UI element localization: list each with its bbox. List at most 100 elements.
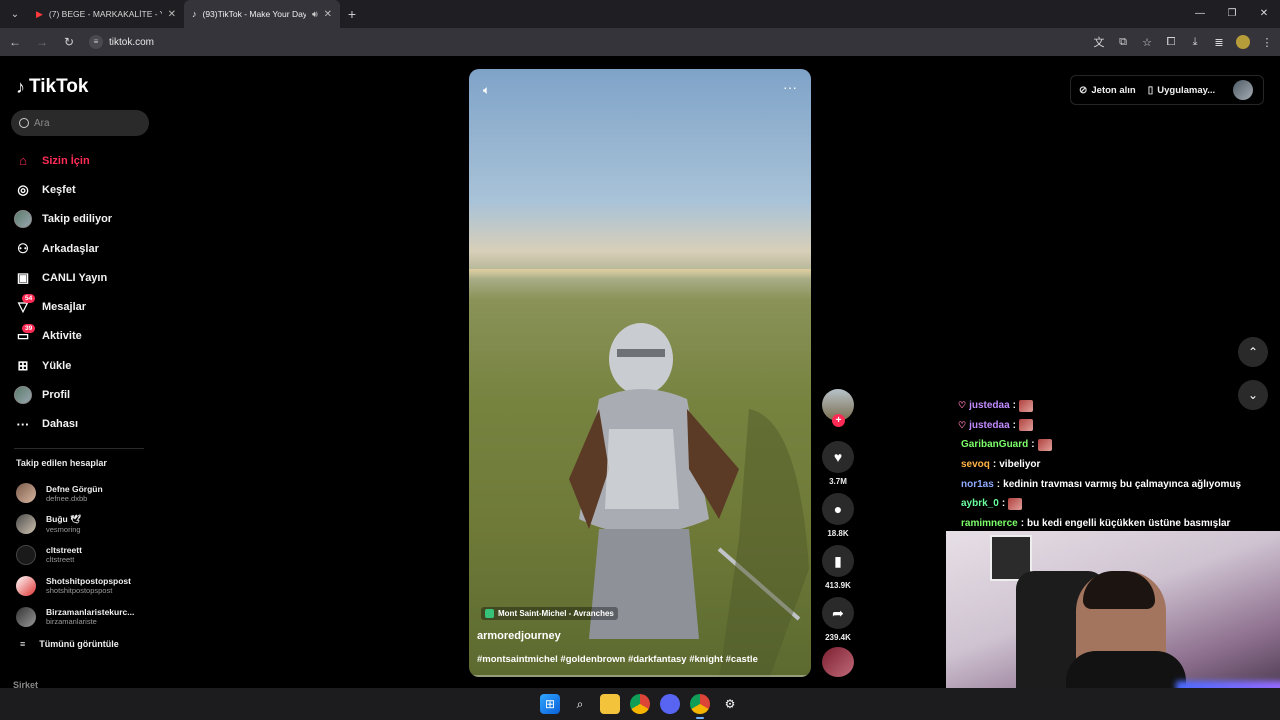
new-tab-button[interactable]: + <box>340 6 364 22</box>
url-field[interactable]: ≡ tiktok.com <box>89 35 154 49</box>
menu-label: Profil <box>42 389 71 402</box>
chat-user: GaribanGuard <box>961 439 1029 451</box>
chrome-icon[interactable] <box>630 694 650 714</box>
chat-user: ramimnerce <box>961 517 1018 529</box>
tab-youtube[interactable]: ▶ (7) BEGE - MARKAKALİTE - YouTube ✕ <box>28 0 184 28</box>
profile-icon <box>14 386 32 405</box>
sidebar-item-for-you[interactable]: ⌂ Sizin İçin <box>14 146 154 175</box>
account-name: cltstreett <box>46 545 82 556</box>
location-pin-icon <box>485 609 494 618</box>
sidebar-item-more[interactable]: ··· Dahası <box>14 410 154 439</box>
followed-account[interactable]: Birzamanlaristekurc... birzamanlariste <box>16 601 156 632</box>
location-tag[interactable]: Mont Saint-Michel - Avranches <box>481 607 618 620</box>
menu-label: Arkadaşlar <box>42 242 99 255</box>
phone-icon: ▯ <box>1147 84 1154 96</box>
menu-label: Dahası <box>42 418 79 431</box>
tiktok-logo[interactable]: ♪ TikTok <box>16 76 88 98</box>
bookmark-star-icon[interactable]: ☆ <box>1140 36 1154 49</box>
sidebar-item-messages[interactable]: ▽ 54 Mesajlar <box>14 292 154 321</box>
share-count: 239.4K <box>825 633 851 642</box>
followed-account[interactable]: Buğu 🕊 vesmoring <box>16 509 156 540</box>
heart-icon[interactable]: ♥ <box>822 441 854 473</box>
sidebar-item-upload[interactable]: ⊞ Yükle <box>14 351 154 380</box>
app-settings-icon[interactable]: ⚙ <box>720 694 740 714</box>
chat-text: vibeliyor <box>999 459 1041 471</box>
chat-user: sevoq <box>961 459 990 471</box>
close-tab-icon[interactable]: ✕ <box>324 9 332 20</box>
followed-account[interactable]: Defne Görgün defnee.dxbb <box>16 478 156 509</box>
chat-text: kedinin travması varmış bu çalmayınca ağ… <box>1003 478 1242 490</box>
sidebar-item-profile[interactable]: Profil <box>14 380 154 409</box>
extensions-icon[interactable]: ⧠ <box>1164 36 1178 49</box>
save-action[interactable]: ▮ 413.9K <box>822 545 854 590</box>
close-window-icon[interactable]: ✕ <box>1248 0 1280 28</box>
following-list: Defne Görgün defnee.dxbb Buğu 🕊 vesmoring … <box>16 478 156 632</box>
minimize-icon[interactable]: — <box>1184 0 1216 28</box>
download-icon[interactable]: ⤓ <box>1188 36 1202 49</box>
window-controls: — ❐ ✕ <box>1184 0 1280 28</box>
restore-icon[interactable]: ❐ <box>1216 0 1248 28</box>
get-coins-button[interactable]: Jeton alın <box>1091 85 1135 96</box>
author-avatar[interactable]: + <box>822 389 854 427</box>
menu-label: Keşfet <box>42 183 76 196</box>
reload-icon[interactable]: ↻ <box>57 35 81 49</box>
comment-icon[interactable]: ● <box>822 493 854 525</box>
followed-account[interactable]: Shotshitpostopspost shotshitpostopspost <box>16 570 156 601</box>
bookmark-icon[interactable]: ▮ <box>822 545 854 577</box>
user-avatar[interactable] <box>1233 80 1254 100</box>
comment-action[interactable]: ● 18.8K <box>822 493 854 538</box>
sidebar-item-live[interactable]: ▣ CANLI Yayın <box>14 263 154 292</box>
account-username: shotshitpostopspost <box>46 586 113 596</box>
sidebar-item-following[interactable]: Takip ediliyor <box>14 205 154 234</box>
logo-text: TikTok <box>29 76 89 97</box>
cast-icon[interactable]: ⧉ <box>1116 36 1130 49</box>
chat-colon: : <box>996 478 1001 490</box>
video-player[interactable]: 🔈︎ ··· Mont Saint-Michel - Avranches arm… <box>469 69 811 677</box>
get-app-button[interactable]: Uygulamay... <box>1157 85 1215 96</box>
chrome-active-icon[interactable] <box>690 694 710 719</box>
share-icon[interactable]: ➦ <box>822 597 854 629</box>
file-explorer-icon[interactable] <box>600 694 620 714</box>
back-icon[interactable]: ← <box>3 35 27 49</box>
see-all-button[interactable]: ≡ Tümünü görüntüle <box>20 639 119 649</box>
emote-icon <box>1037 438 1052 451</box>
tab-tiktok[interactable]: ♪ (93)TikTok - Make Your Day 🔊︎ ✕ <box>184 0 340 28</box>
followed-account[interactable]: cltstreett cltstreett <box>16 540 156 571</box>
sidebar-item-activity[interactable]: ▭ 39 Aktivite <box>14 322 154 351</box>
video-hashtags[interactable]: #montsaintmichel #goldenbrown #darkfanta… <box>477 654 758 665</box>
like-action[interactable]: ♥ 3.7M <box>822 441 854 486</box>
follow-plus-icon[interactable]: + <box>832 414 845 427</box>
windows-start-icon[interactable]: ⊞ <box>540 694 560 714</box>
search-icon[interactable]: ⌕ <box>570 694 590 714</box>
menu-dots-icon[interactable]: ⋮ <box>1260 36 1274 49</box>
chat-line: sevoq: vibeliyor <box>958 455 1278 475</box>
previous-video-button[interactable]: ⌃ <box>1238 337 1268 367</box>
translate-icon[interactable]: 文 <box>1092 34 1106 50</box>
sidebar-item-explore[interactable]: ◎ Keşfet <box>14 175 154 204</box>
more-options-icon[interactable]: ··· <box>783 79 797 95</box>
menu-label: Sizin İçin <box>42 154 90 167</box>
account-name: Birzamanlaristekurc... <box>46 607 135 618</box>
site-info-icon[interactable]: ≡ <box>89 35 103 49</box>
speaker-icon[interactable]: 🔊︎ <box>312 9 318 20</box>
share-action[interactable]: ➦ 239.4K <box>822 597 854 642</box>
close-tab-icon[interactable]: ✕ <box>168 9 176 20</box>
knight-figure <box>569 323 809 677</box>
video-author[interactable]: armoredjourney <box>477 630 561 642</box>
volume-icon[interactable]: 🔈︎ <box>483 83 490 98</box>
search-input[interactable]: Ara <box>11 110 149 136</box>
sidebar-item-friends[interactable]: ⚇ Arkadaşlar <box>14 234 154 263</box>
chat-colon: : <box>1012 419 1016 431</box>
media-icon[interactable]: ≣ <box>1212 36 1226 49</box>
video-actions: + ♥ 3.7M ● 18.8K ▮ 413.9K ➦ 239.4K <box>822 389 854 677</box>
video-progress-bar[interactable] <box>469 675 811 677</box>
profile-avatar[interactable] <box>1236 35 1250 49</box>
tab-search-icon[interactable]: ⌄ <box>2 4 28 24</box>
music-disc[interactable] <box>822 647 854 677</box>
forward-icon[interactable]: → <box>30 35 54 49</box>
account-name: Shotshitpostopspost <box>46 576 131 587</box>
account-name: Buğu 🕊 <box>46 514 81 525</box>
horizon <box>469 269 811 279</box>
youtube-icon: ▶ <box>36 8 43 19</box>
discord-icon[interactable] <box>660 694 680 714</box>
